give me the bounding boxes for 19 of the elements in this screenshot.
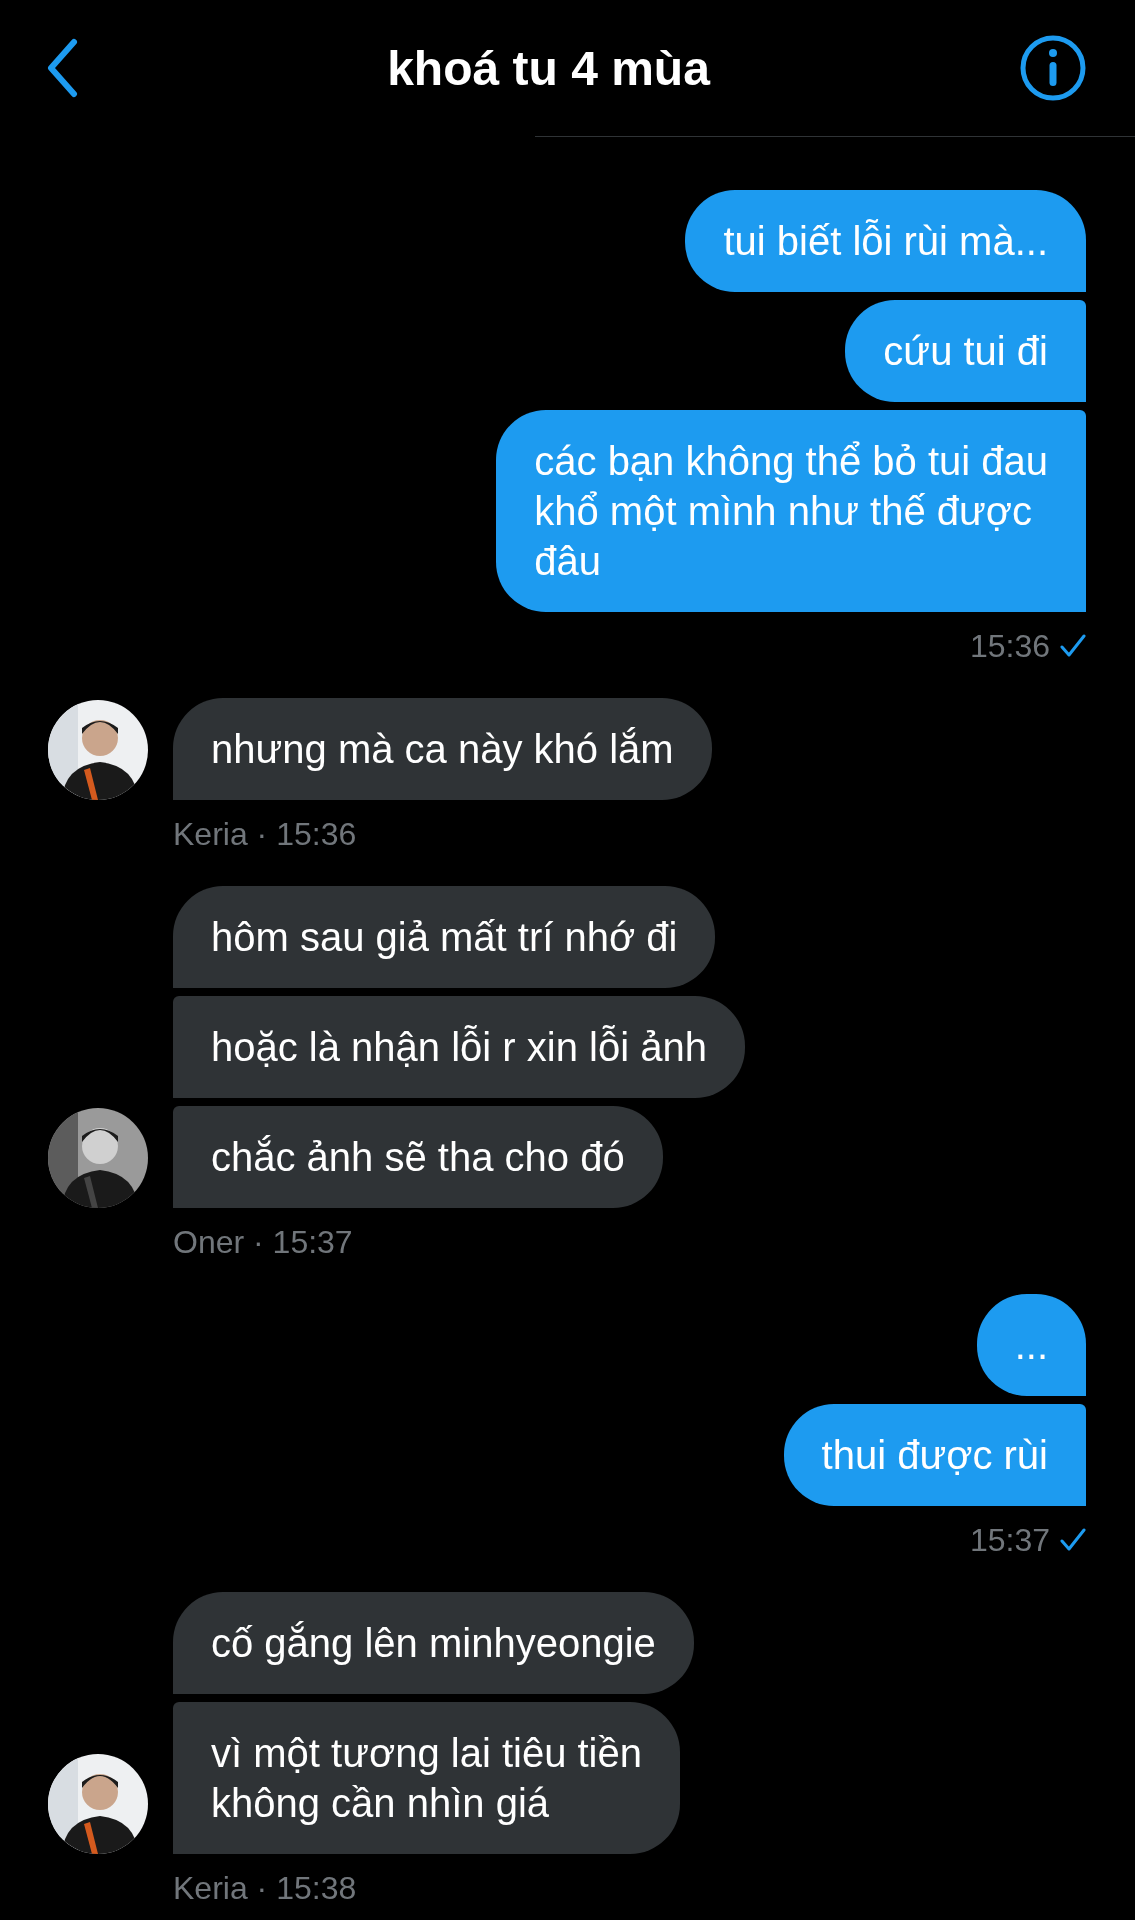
timestamp: 15:37 — [969, 1521, 1050, 1559]
message-bubble: hoặc là nhận lỗi r xin lỗi ảnh — [173, 996, 745, 1098]
back-icon[interactable] — [46, 38, 78, 98]
message-bubble: ... — [976, 1294, 1086, 1396]
timestamp: 15:36 — [969, 627, 1050, 665]
message-bubble: nhưng mà ca này khó lắm — [173, 698, 712, 800]
message-bubble: cứu tui đi — [845, 300, 1086, 402]
message-bubble: thui được rùi — [783, 1404, 1086, 1506]
chat-title: khoá tu 4 mùa — [387, 40, 710, 96]
sender-time: Keria · 15:36 — [173, 815, 357, 853]
sender-time: Oner · 15:37 — [173, 1223, 353, 1261]
sender-time: Keria · 15:38 — [173, 1869, 357, 1907]
message-bubble: cố gắng lên minhyeongie — [173, 1592, 694, 1694]
message-bubble: các bạn không thể bỏ tui đau khổ một mình như thế được đâu — [496, 410, 1086, 612]
message-bubble: vì một tương lai tiêu tiền không cần nhìn giá — [173, 1702, 680, 1854]
message-bubble: chắc ảnh sẽ tha cho đó — [173, 1106, 663, 1208]
message-bubble: hôm sau giả mất trí nhớ đi — [173, 886, 716, 988]
message-bubble: tui biết lỗi rùi mà... — [685, 190, 1086, 292]
info-icon[interactable] — [1019, 34, 1087, 102]
